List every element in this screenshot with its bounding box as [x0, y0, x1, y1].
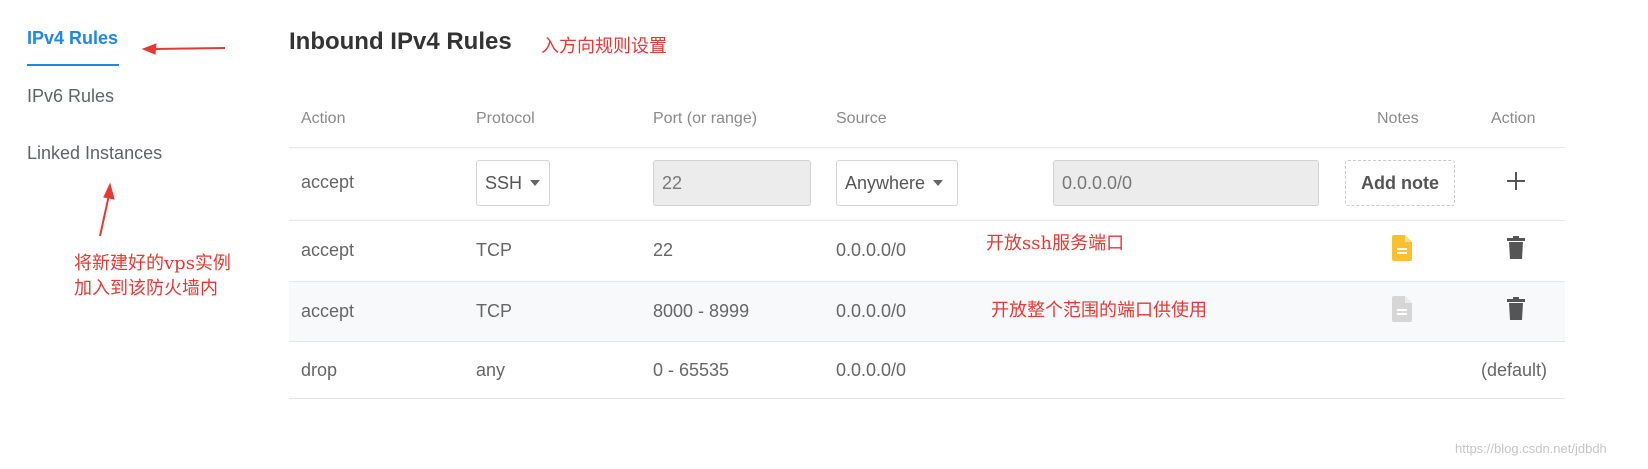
trash-icon[interactable]	[1507, 297, 1525, 320]
page-title: Inbound IPv4 Rules	[289, 28, 512, 55]
add-note-button[interactable]: Add note	[1345, 160, 1455, 206]
annotation-port-range: 开放整个范围的端口供使用	[991, 300, 1207, 321]
rule-3-action: drop	[301, 360, 338, 380]
new-rule-action: accept	[301, 172, 355, 192]
row-divider	[289, 220, 1565, 221]
port-input[interactable]: 22	[653, 160, 811, 206]
column-header-action-2: Action	[1491, 110, 1536, 127]
rule-1-protocol: TCP	[476, 240, 512, 260]
source-select-value: Anywhere	[845, 172, 926, 193]
note-empty-icon[interactable]	[1391, 296, 1413, 322]
rule-3-default-label: (default)	[1481, 360, 1548, 380]
rule-2-source: 0.0.0.0/0	[836, 301, 907, 321]
row-divider	[289, 281, 1565, 282]
chevron-down-icon	[530, 180, 541, 186]
trash-icon[interactable]	[1507, 236, 1525, 259]
source-select[interactable]: Anywhere	[836, 160, 958, 206]
rule-2-action: accept	[301, 301, 355, 321]
table-bottom-border	[289, 398, 1565, 399]
rule-1-source: 0.0.0.0/0	[836, 240, 907, 260]
add-rule-plus-icon[interactable]	[1506, 171, 1526, 191]
column-header-source: Source	[836, 110, 887, 127]
header-divider	[289, 147, 1565, 148]
protocol-select[interactable]: SSH	[476, 160, 550, 206]
rule-2-port: 8000 - 8999	[653, 301, 750, 321]
rule-3-protocol: any	[476, 360, 506, 380]
row-divider	[289, 341, 1565, 342]
column-header-action: Action	[301, 110, 346, 127]
rule-3-source: 0.0.0.0/0	[836, 360, 907, 380]
protocol-select-value: SSH	[485, 172, 523, 193]
note-filled-icon[interactable]	[1391, 235, 1413, 261]
watermark: https://blog.csdn.net/jdbdh	[1455, 441, 1607, 456]
main-content: Inbound IPv4 Rules 入方向规则设置 Action Protoc…	[0, 0, 1648, 469]
annotation-title: 入方向规则设置	[541, 36, 667, 57]
port-input-value: 22	[662, 172, 683, 193]
column-header-protocol: Protocol	[476, 110, 535, 127]
chevron-down-icon	[933, 180, 944, 186]
column-header-notes: Notes	[1377, 110, 1419, 127]
annotation-ssh: 开放ssh服务端口	[986, 233, 1125, 254]
rule-3-port: 0 - 65535	[653, 360, 730, 380]
rule-1-port: 22	[653, 240, 674, 260]
source-ip-input[interactable]: 0.0.0.0/0	[1053, 160, 1319, 206]
rule-2-protocol: TCP	[476, 301, 512, 321]
source-ip-input-value: 0.0.0.0/0	[1062, 172, 1133, 193]
rule-1-action: accept	[301, 240, 355, 260]
column-header-port: Port (or range)	[653, 110, 758, 127]
